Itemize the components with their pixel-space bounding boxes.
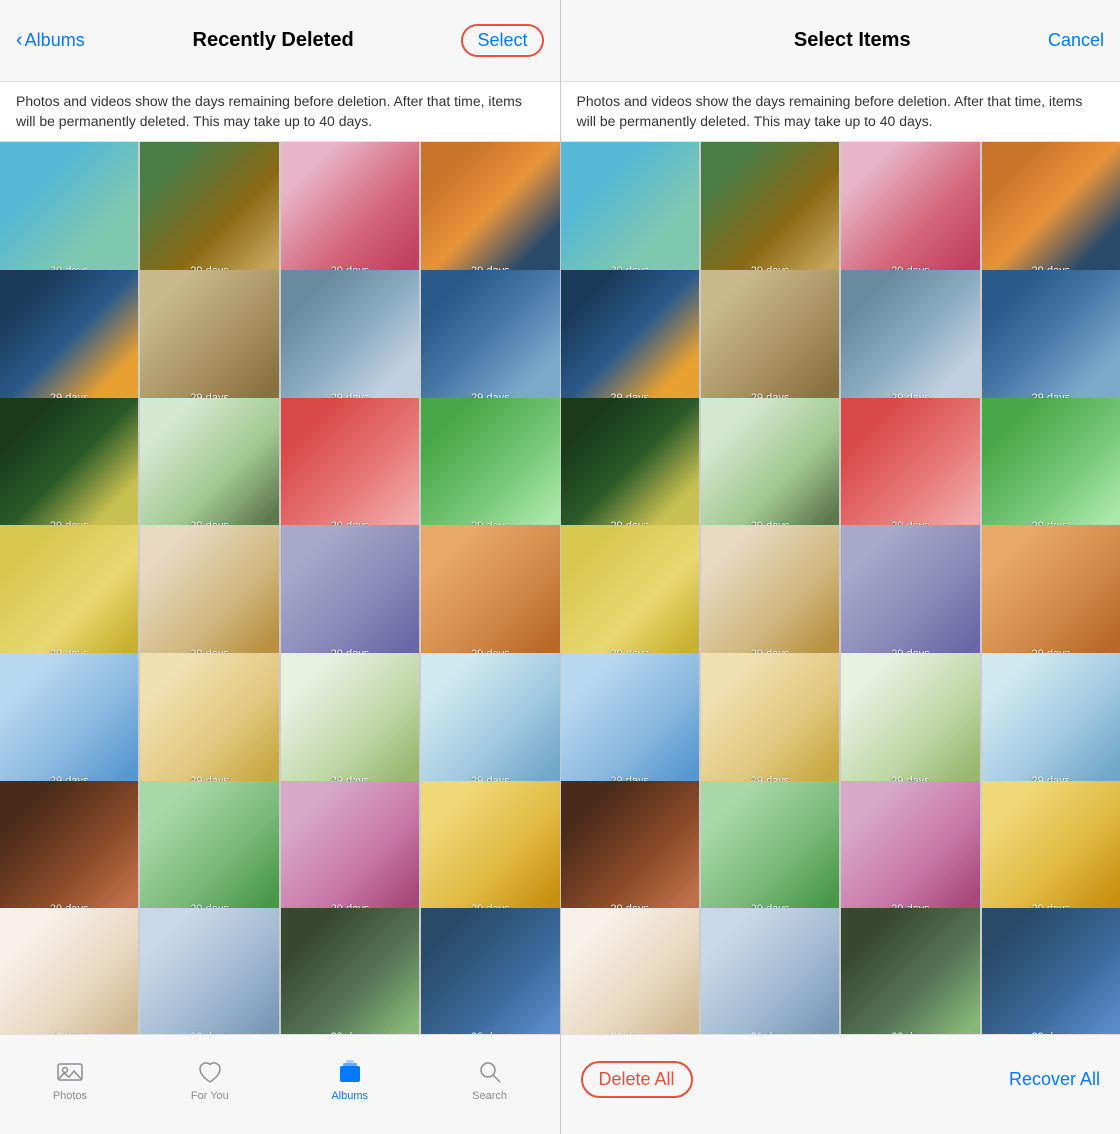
photo-days-label: 29 days [140, 1031, 278, 1034]
photo-cell[interactable]: 29 days [561, 908, 699, 1034]
photo-cell[interactable]: 29 days [982, 781, 1120, 919]
right-photo-grid: 30 days29 days29 days29 days29 days29 da… [561, 142, 1120, 1034]
foryou-icon [196, 1058, 224, 1086]
photo-cell[interactable]: 29 days [281, 142, 419, 280]
left-panel: ‹ Albums Recently Deleted Select Photos … [0, 0, 561, 1134]
photos-icon [56, 1058, 84, 1086]
photo-cell[interactable]: 29 days [982, 142, 1120, 280]
photo-cell[interactable]: 29 days [701, 653, 839, 791]
photo-cell[interactable]: 29 days [140, 525, 278, 663]
photo-cell[interactable]: 29 days [140, 653, 278, 791]
photo-cell[interactable]: 29 days [561, 781, 699, 919]
photo-cell[interactable]: 29 days [421, 653, 559, 791]
photo-cell[interactable]: 29 days [0, 525, 138, 663]
action-bar: Delete All Recover All [561, 1034, 1120, 1134]
cancel-button[interactable]: Cancel [1048, 30, 1104, 51]
photo-cell[interactable]: 29 days [421, 398, 559, 536]
photo-cell[interactable]: 29 days [701, 908, 839, 1034]
photo-cell[interactable]: 29 days [0, 653, 138, 791]
photo-cell[interactable]: 29 days [140, 270, 278, 408]
photo-cell[interactable]: 29 days [140, 142, 278, 280]
photo-cell[interactable]: 29 days [701, 525, 839, 663]
photo-cell[interactable]: 29 days [982, 525, 1120, 663]
photo-cell[interactable]: 29 days [0, 270, 138, 408]
photo-cell[interactable]: 29 days [0, 398, 138, 536]
back-label: Albums [25, 30, 85, 51]
tab-search-label: Search [472, 1090, 507, 1102]
right-panel-title: Select Items [794, 29, 911, 52]
photo-cell[interactable]: 29 days [982, 908, 1120, 1034]
photo-days-label: 29 days [982, 1031, 1120, 1034]
photo-days-label: 29 days [701, 1031, 839, 1034]
left-info-text: Photos and videos show the days remainin… [0, 82, 560, 142]
photo-cell[interactable]: 29 days [561, 653, 699, 791]
photo-cell[interactable]: 29 days [841, 781, 979, 919]
back-button[interactable]: ‹ Albums [16, 29, 85, 52]
left-panel-title: Recently Deleted [193, 29, 354, 52]
photo-days-label: 29 days [561, 1031, 699, 1034]
photo-cell[interactable]: 29 days [140, 398, 278, 536]
photo-cell[interactable]: 29 days [421, 525, 559, 663]
photo-days-label: 29 days [421, 1031, 559, 1034]
photo-cell[interactable]: 30 days [561, 142, 699, 280]
search-icon [476, 1058, 504, 1086]
photo-days-label: 29 days [281, 1031, 419, 1034]
photo-days-label: 29 days [0, 1031, 138, 1034]
tab-albums-label: Albums [331, 1090, 368, 1102]
recover-all-button[interactable]: Recover All [1009, 1069, 1100, 1090]
photo-cell[interactable]: 29 days [841, 653, 979, 791]
photo-days-label: 29 days [841, 1031, 979, 1034]
photo-cell[interactable]: 29 days [841, 908, 979, 1034]
photo-cell[interactable]: 29 days [841, 270, 979, 408]
split-container: ‹ Albums Recently Deleted Select Photos … [0, 0, 1120, 1134]
photo-cell[interactable]: 29 days [701, 781, 839, 919]
tab-foryou[interactable]: For You [140, 1058, 280, 1102]
photo-cell[interactable]: 29 days [561, 270, 699, 408]
select-button[interactable]: Select [461, 24, 543, 57]
photo-cell[interactable]: 29 days [982, 270, 1120, 408]
chevron-left-icon: ‹ [16, 29, 23, 52]
photo-cell[interactable]: 29 days [841, 398, 979, 536]
photo-cell[interactable]: 29 days [0, 781, 138, 919]
photo-cell[interactable]: 29 days [561, 525, 699, 663]
photo-cell[interactable]: 29 days [982, 398, 1120, 536]
right-panel: Select Items Cancel Photos and videos sh… [561, 0, 1120, 1134]
tab-photos[interactable]: Photos [0, 1058, 140, 1102]
photo-cell[interactable]: 29 days [421, 908, 559, 1034]
albums-icon [336, 1058, 364, 1086]
left-header: ‹ Albums Recently Deleted Select [0, 0, 560, 82]
photo-cell[interactable]: 29 days [140, 781, 278, 919]
right-info-text: Photos and videos show the days remainin… [561, 82, 1120, 142]
photo-cell[interactable]: 29 days [281, 270, 419, 408]
photo-cell[interactable]: 29 days [281, 908, 419, 1034]
tab-bar: Photos For You Albums [0, 1034, 560, 1134]
photo-cell[interactable]: 30 days [0, 142, 138, 280]
photo-cell[interactable]: 29 days [0, 908, 138, 1034]
photo-cell[interactable]: 29 days [701, 270, 839, 408]
photo-cell[interactable]: 29 days [421, 781, 559, 919]
tab-search[interactable]: Search [420, 1058, 560, 1102]
delete-all-button[interactable]: Delete All [581, 1061, 693, 1098]
photo-cell[interactable]: 29 days [281, 653, 419, 791]
left-photo-grid: 30 days29 days29 days29 days29 days29 da… [0, 142, 560, 1034]
photo-cell[interactable]: 29 days [841, 142, 979, 280]
tab-foryou-label: For You [191, 1090, 229, 1102]
photo-cell[interactable]: 29 days [281, 525, 419, 663]
tab-photos-label: Photos [53, 1090, 87, 1102]
photo-cell[interactable]: 29 days [281, 781, 419, 919]
tab-albums[interactable]: Albums [280, 1058, 420, 1102]
photo-cell[interactable]: 29 days [701, 398, 839, 536]
photo-cell[interactable]: 29 days [421, 270, 559, 408]
photo-cell[interactable]: 29 days [561, 398, 699, 536]
photo-cell[interactable]: 29 days [140, 908, 278, 1034]
photo-cell[interactable]: 29 days [421, 142, 559, 280]
photo-cell[interactable]: 29 days [982, 653, 1120, 791]
right-header: Select Items Cancel [561, 0, 1120, 82]
photo-cell[interactable]: 29 days [281, 398, 419, 536]
photo-cell[interactable]: 29 days [701, 142, 839, 280]
photo-cell[interactable]: 29 days [841, 525, 979, 663]
